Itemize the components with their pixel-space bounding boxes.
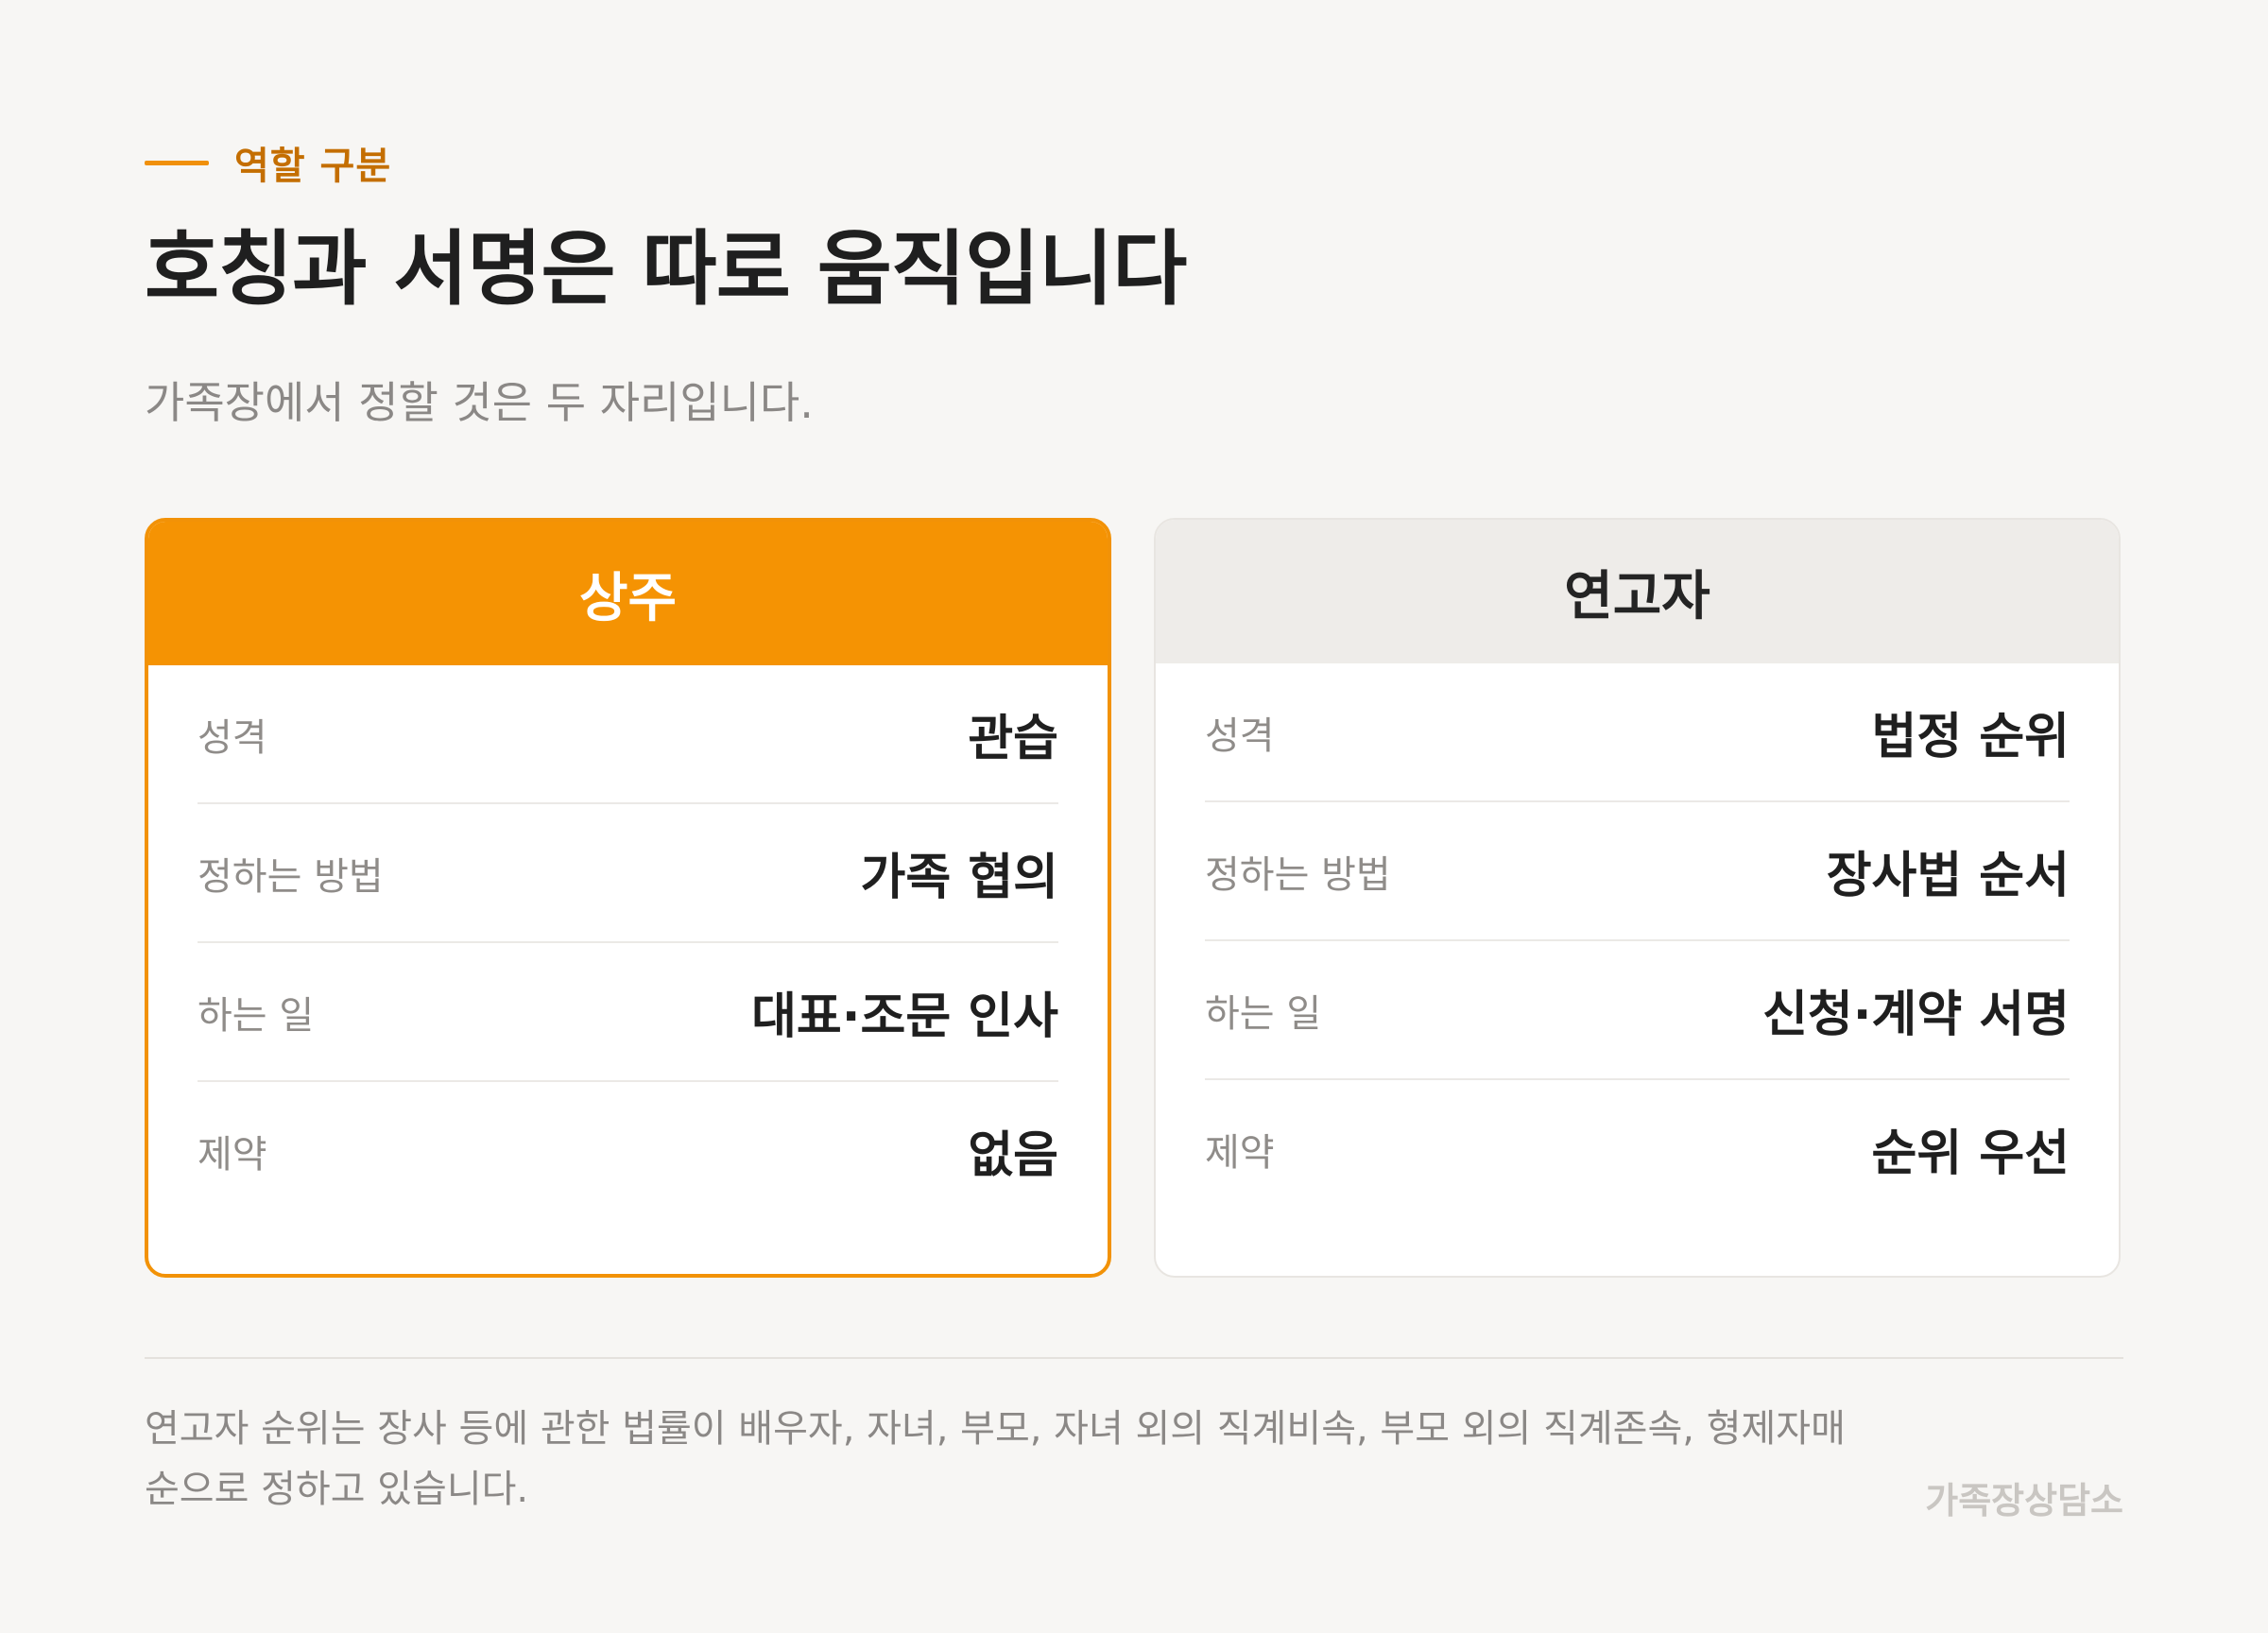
eyebrow-accent-line <box>145 160 209 165</box>
row-label: 정하는 방법 <box>1205 852 1391 897</box>
page: 역할 구분 호칭과 서명은 따로 움직입니다 가족장에서 정할 것은 두 자리입… <box>145 0 2123 1633</box>
row-label: 하는 일 <box>198 993 315 1038</box>
row-value: 신청·계약 서명 <box>1762 987 2070 1043</box>
footer-divider <box>145 1357 2123 1359</box>
card-row: 제약 없음 <box>198 1082 1058 1219</box>
section-eyebrow: 역할 구분 <box>145 135 391 190</box>
card-row: 하는 일 대표·조문 인사 <box>198 943 1058 1082</box>
page-subtitle: 가족장에서 정할 것은 두 자리입니다. <box>145 377 814 428</box>
card-row: 제약 순위 우선 <box>1205 1080 2070 1217</box>
row-value: 장사법 순서 <box>1826 848 2070 904</box>
card-row: 정하는 방법 장사법 순서 <box>1205 802 2070 941</box>
card-row: 성격 법정 순위 <box>1205 663 2070 802</box>
card-title: 상주 <box>148 522 1108 665</box>
role-card-yeongoja: 연고자 성격 법정 순위 정하는 방법 장사법 순서 하는 일 신청·계약 서명… <box>1154 518 2121 1278</box>
card-row: 정하는 방법 가족 협의 <box>198 804 1058 943</box>
row-value: 관습 <box>968 711 1058 767</box>
row-value: 순위 우선 <box>1871 1126 2070 1182</box>
row-label: 제약 <box>1205 1130 1275 1175</box>
row-value: 대표·조문 인사 <box>751 988 1058 1045</box>
row-value: 없음 <box>968 1127 1058 1184</box>
card-title: 연고자 <box>1156 520 2119 663</box>
row-label: 성격 <box>198 715 267 760</box>
row-label: 제약 <box>198 1132 267 1177</box>
footnote: 연고자 순위는 장사 등에 관한 법률이 배우자, 자녀, 부모, 자녀 외의 … <box>145 1407 1846 1511</box>
brand-mark: 가족장상담소 <box>1925 1480 2123 1521</box>
eyebrow-label: 역할 구분 <box>234 145 392 188</box>
role-card-sangju: 상주 성격 관습 정하는 방법 가족 협의 하는 일 대표·조문 인사 제약 없… <box>145 518 1111 1278</box>
card-row: 성격 관습 <box>198 665 1058 804</box>
row-label: 정하는 방법 <box>198 854 384 899</box>
row-label: 성격 <box>1205 713 1275 758</box>
card-row: 하는 일 신청·계약 서명 <box>1205 941 2070 1080</box>
card-rows: 성격 법정 순위 정하는 방법 장사법 순서 하는 일 신청·계약 서명 제약 … <box>1156 663 2119 1217</box>
page-title: 호칭과 서명은 따로 움직입니다 <box>145 222 1187 317</box>
row-value: 법정 순위 <box>1871 709 2070 765</box>
card-rows: 성격 관습 정하는 방법 가족 협의 하는 일 대표·조문 인사 제약 없음 <box>148 665 1108 1219</box>
row-value: 가족 협의 <box>860 850 1058 906</box>
row-label: 하는 일 <box>1205 991 1322 1036</box>
